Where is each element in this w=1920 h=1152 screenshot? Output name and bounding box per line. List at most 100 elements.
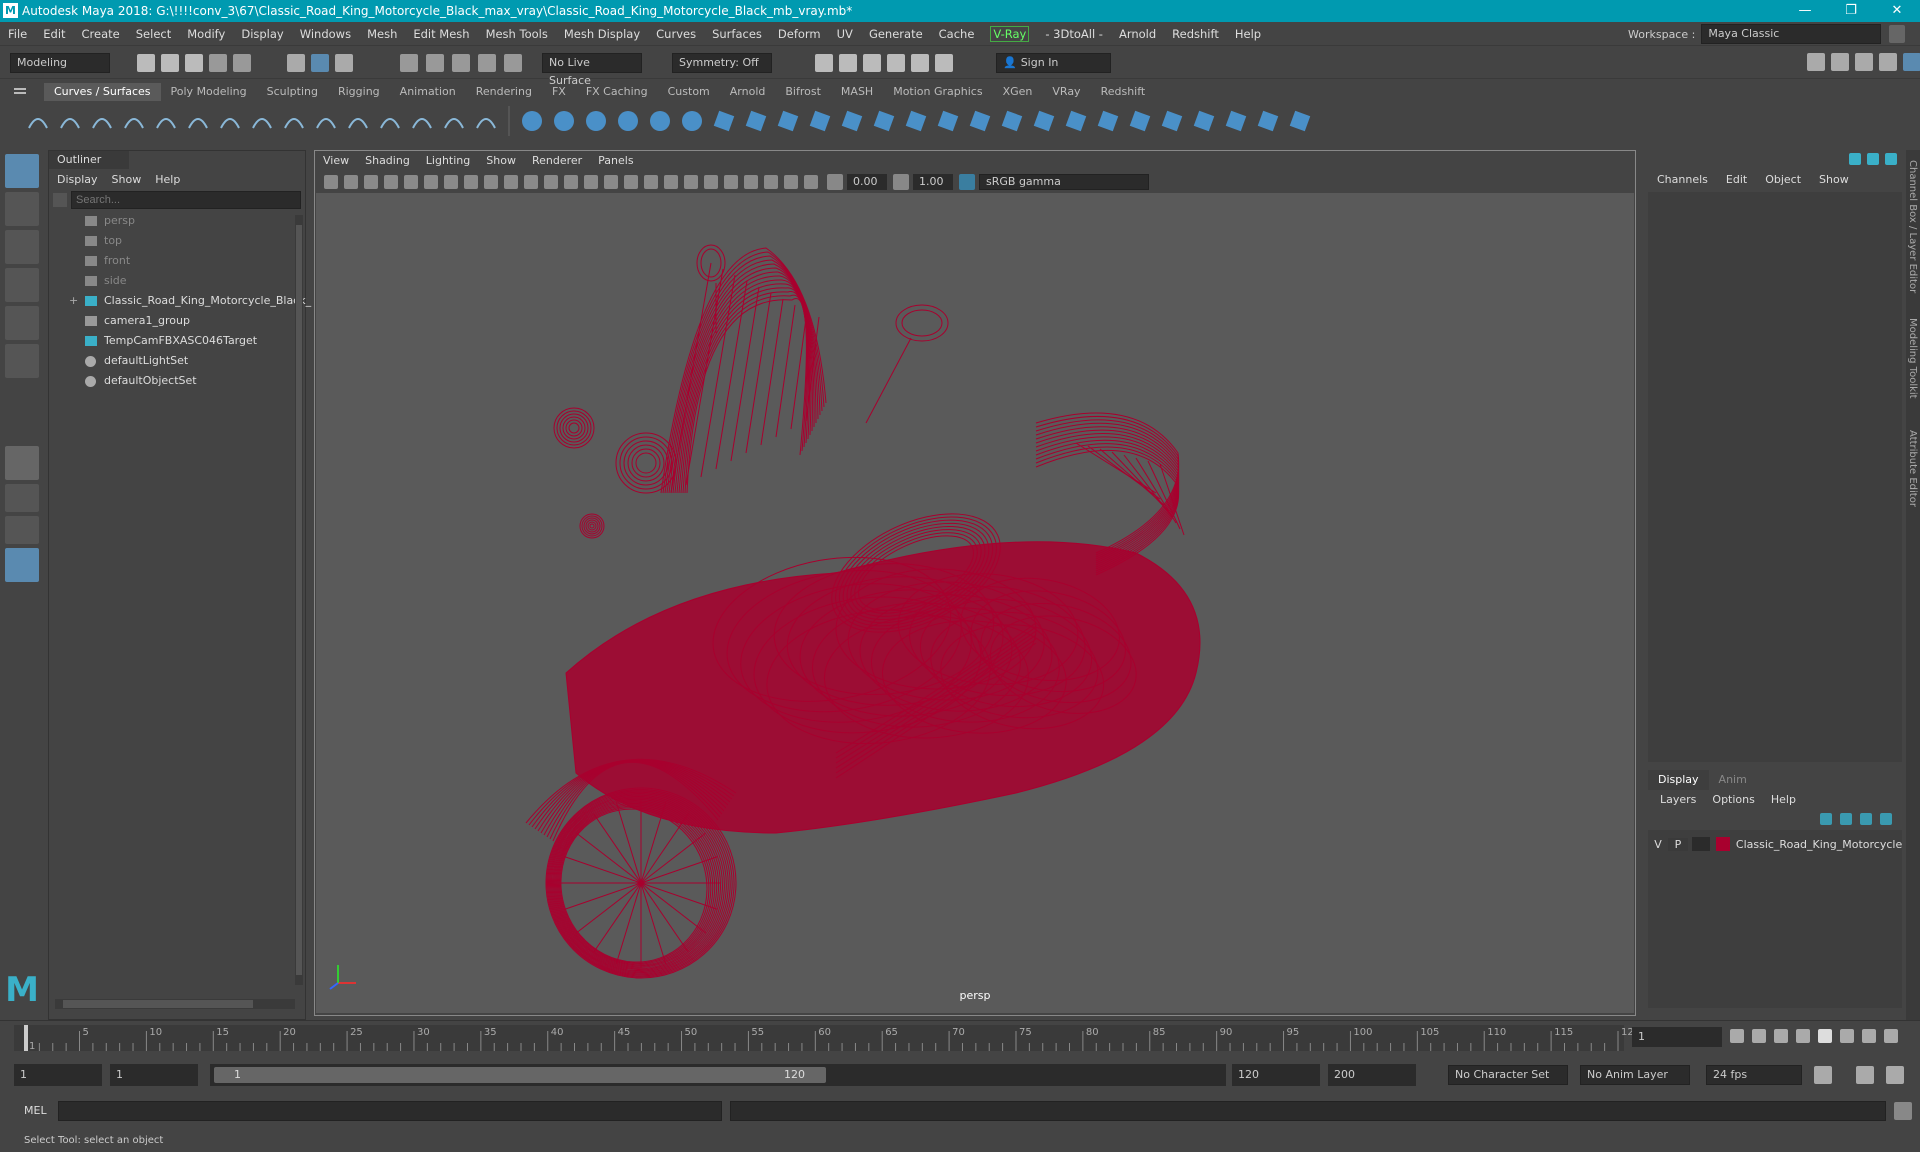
attribute-editor-icon[interactable]	[1831, 53, 1849, 71]
undo-icon[interactable]	[209, 53, 227, 72]
channel-box-toggle-icon[interactable]	[1849, 153, 1861, 165]
workspace-dropdown[interactable]: Maya Classic	[1701, 24, 1882, 44]
shelf-tab-curves-surfaces[interactable]: Curves / Surfaces	[44, 83, 161, 101]
menu-mesh-tools[interactable]: Mesh Tools	[478, 22, 556, 46]
layer-menu-help[interactable]: Help	[1763, 793, 1804, 806]
bend-curve-icon[interactable]	[409, 108, 435, 134]
menu-deform[interactable]: Deform	[770, 22, 829, 46]
menu-generate[interactable]: Generate	[861, 22, 931, 46]
bevel-icon[interactable]	[935, 108, 961, 134]
viewport-menu-lighting[interactable]: Lighting	[418, 151, 478, 171]
shelf-tab-animation[interactable]: Animation	[390, 83, 466, 101]
side-tab-attribute-editor[interactable]: Attribute Editor	[1907, 430, 1918, 507]
mel-input[interactable]	[58, 1101, 722, 1121]
new-empty-layer-icon[interactable]	[1860, 813, 1872, 825]
playback-start-field[interactable]: 1	[110, 1064, 198, 1086]
menu-surfaces[interactable]: Surfaces	[704, 22, 770, 46]
menu-edit-mesh[interactable]: Edit Mesh	[405, 22, 477, 46]
ep-curve-icon[interactable]	[89, 108, 115, 134]
snap-grid-icon[interactable]	[400, 53, 418, 72]
loft-icon[interactable]	[743, 108, 769, 134]
layer-editor-icon[interactable]	[1903, 53, 1920, 71]
grease-pencil-icon[interactable]	[404, 175, 418, 189]
outliner-menu-show[interactable]: Show	[112, 173, 142, 186]
anim-layer-dropdown[interactable]: No Anim Layer	[1580, 1065, 1690, 1085]
playback-end-field[interactable]: 120	[1232, 1064, 1320, 1086]
new-scene-icon[interactable]	[137, 53, 155, 72]
stitch-icon[interactable]	[1095, 108, 1121, 134]
nurbs-cylinder-icon[interactable]	[583, 108, 609, 134]
safe-title-icon[interactable]	[544, 175, 558, 189]
select-hierarchy-icon[interactable]	[287, 53, 305, 72]
xray-joints-icon[interactable]	[784, 175, 798, 189]
outliner-search-input[interactable]	[71, 191, 301, 209]
go-to-start-icon[interactable]	[1730, 1029, 1744, 1043]
shelf-tab-sculpting[interactable]: Sculpting	[257, 83, 328, 101]
boundary-icon[interactable]	[871, 108, 897, 134]
exposure-icon[interactable]	[827, 174, 843, 190]
wireframe-icon[interactable]	[564, 175, 578, 189]
project-curve-icon[interactable]	[473, 108, 499, 134]
outliner-item[interactable]: top	[49, 231, 305, 251]
resolution-gate-icon[interactable]	[464, 175, 478, 189]
viewport-menu-show[interactable]: Show	[478, 151, 524, 171]
play-forwards-icon[interactable]	[1818, 1029, 1832, 1043]
use-all-lights-icon[interactable]	[644, 175, 658, 189]
render-settings-icon[interactable]	[863, 53, 881, 72]
viewport-canvas[interactable]: persp	[316, 193, 1634, 1013]
menu-display[interactable]: Display	[233, 22, 291, 46]
gamma-field[interactable]: 1.00	[913, 174, 953, 190]
attach-surface-icon[interactable]	[1255, 108, 1281, 134]
layer-row[interactable]: V P Classic_Road_King_Motorcycle	[1648, 834, 1902, 854]
two-view-layout-icon[interactable]	[5, 516, 39, 544]
outliner-item[interactable]: side	[49, 271, 305, 291]
sculpt-surface-icon[interactable]	[1127, 108, 1153, 134]
outliner-item[interactable]: front	[49, 251, 305, 271]
shelf-tab-mash[interactable]: MASH	[831, 83, 883, 101]
select-component-icon[interactable]	[335, 53, 353, 72]
shelf-tab-rigging[interactable]: Rigging	[328, 83, 390, 101]
live-surface-field[interactable]: No Live Surface	[542, 52, 642, 87]
menu-vray[interactable]: V-Ray	[982, 22, 1037, 46]
paint-select-tool-icon[interactable]	[5, 230, 39, 264]
outliner-layout-icon[interactable]	[5, 548, 39, 582]
play-backwards-icon[interactable]	[1796, 1029, 1810, 1043]
nurbs-plane-icon[interactable]	[647, 108, 673, 134]
planar-icon[interactable]	[775, 108, 801, 134]
shelf-tab-motion-graphics[interactable]: Motion Graphics	[883, 83, 992, 101]
align-curve-icon[interactable]	[441, 108, 467, 134]
select-tool-icon[interactable]	[5, 154, 39, 188]
square-surface-icon[interactable]	[903, 108, 929, 134]
render-frame-icon[interactable]	[815, 53, 833, 72]
shelf-tab-rendering[interactable]: Rendering	[466, 83, 542, 101]
layer-tab-display[interactable]: Display	[1648, 770, 1709, 790]
xray-icon[interactable]	[764, 175, 778, 189]
shelf-tab-custom[interactable]: Custom	[658, 83, 720, 101]
fillet-curve-icon[interactable]	[345, 108, 371, 134]
step-forward-frame-icon[interactable]	[1840, 1029, 1854, 1043]
loop-icon[interactable]	[1814, 1066, 1832, 1084]
redo-icon[interactable]	[233, 53, 251, 72]
nurbs-cone-icon[interactable]	[615, 108, 641, 134]
shelf-tab-fx[interactable]: FX	[542, 83, 576, 101]
menu-help[interactable]: Help	[1227, 22, 1269, 46]
lock-icon[interactable]	[1889, 25, 1906, 43]
nurbs-cube-icon[interactable]	[551, 108, 577, 134]
range-slider-handle[interactable]	[214, 1067, 826, 1083]
camera-attr-icon[interactable]	[324, 175, 338, 189]
lasso-tool-icon[interactable]	[5, 192, 39, 226]
pause-icon[interactable]	[935, 53, 953, 72]
bookmark-icon[interactable]	[344, 175, 358, 189]
menu-edit[interactable]: Edit	[35, 22, 73, 46]
revolve-icon[interactable]	[711, 108, 737, 134]
character-set-dropdown[interactable]: No Character Set	[1448, 1065, 1568, 1085]
snap-view-icon[interactable]	[478, 53, 496, 72]
step-back-key-icon[interactable]	[1752, 1029, 1766, 1043]
move-layer-down-icon[interactable]	[1840, 813, 1852, 825]
menu-windows[interactable]: Windows	[292, 22, 359, 46]
outliner-item[interactable]: + Classic_Road_King_Motorcycle_Black_	[49, 291, 311, 311]
menu-select[interactable]: Select	[128, 22, 179, 46]
layer-color-swatch[interactable]	[1715, 837, 1730, 851]
square-curve-icon[interactable]	[57, 108, 83, 134]
birail-icon[interactable]	[839, 108, 865, 134]
